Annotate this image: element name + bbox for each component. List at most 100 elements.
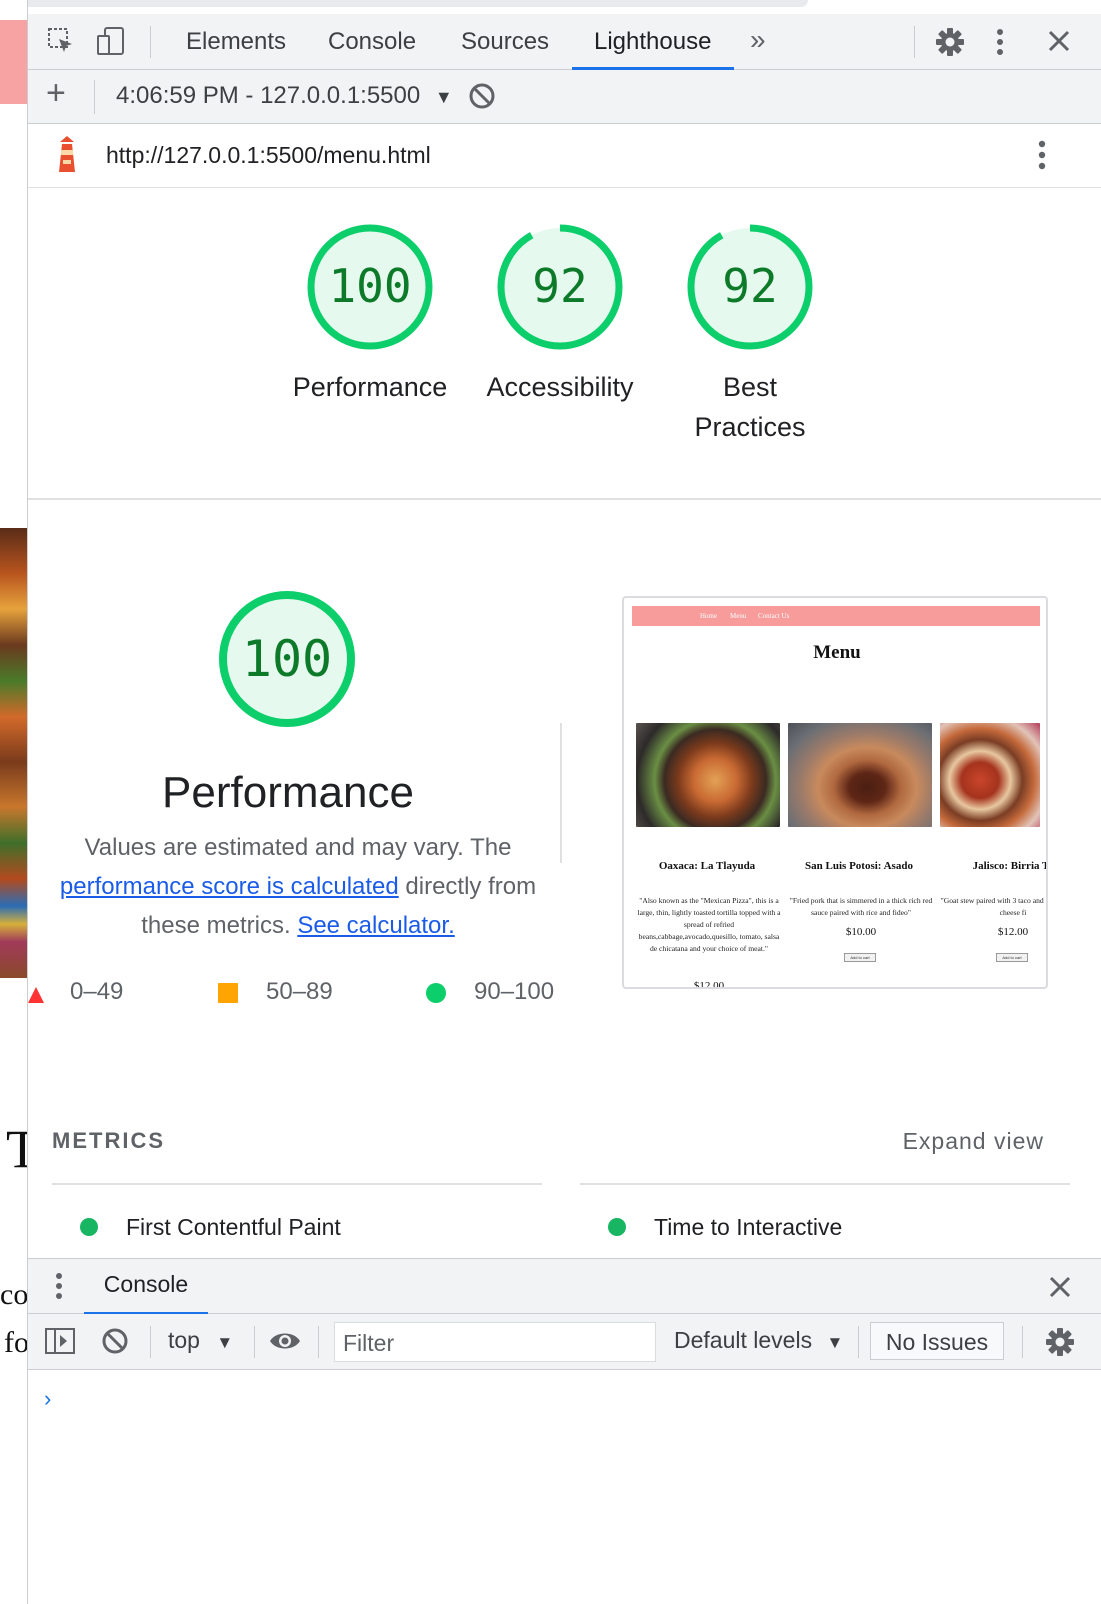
thumbnail-nav-item: Menu <box>730 612 747 620</box>
live-expression-eye-icon[interactable] <box>268 1328 302 1359</box>
dropdown-arrow-icon: ▼ <box>216 1333 234 1352</box>
score-gauge-performance[interactable]: 100 Performance <box>286 222 454 407</box>
log-levels-label: Default levels <box>674 1327 813 1353</box>
report-url-bar: http://127.0.0.1:5500/menu.html <box>28 124 1101 188</box>
gauge-circle: 92 <box>687 224 813 350</box>
kebab-menu-icon[interactable] <box>994 26 1006 63</box>
clear-console-icon[interactable] <box>100 1326 130 1361</box>
metric-first-contentful-paint: First Contentful Paint <box>126 1214 341 1240</box>
gauge-score: 92 <box>532 259 587 313</box>
thumbnail-item-price: $10.00 <box>845 926 877 938</box>
tab-elements[interactable]: Elements <box>186 28 286 70</box>
fail-triangle-icon <box>28 982 44 1010</box>
clear-reports-icon[interactable] <box>468 82 496 115</box>
close-devtools-icon[interactable] <box>1046 28 1072 59</box>
thumbnail-nav-bar: Home Menu Contact Us <box>632 606 1040 626</box>
thumbnail-food-image <box>940 723 1040 827</box>
description-text: Values are estimated and may vary. The <box>84 834 512 861</box>
page-text-fragment: fo <box>4 1326 27 1359</box>
tab-sources[interactable]: Sources <box>461 28 549 70</box>
toolbar-divider <box>150 1326 151 1358</box>
more-tabs-icon[interactable]: » <box>750 24 766 66</box>
device-toolbar-icon[interactable] <box>96 26 126 61</box>
performance-title: Performance <box>162 768 414 817</box>
new-report-button[interactable]: + <box>46 74 66 113</box>
tab-lighthouse[interactable]: Lighthouse <box>572 28 734 70</box>
score-legend: 0–49 50–89 90–100 <box>28 978 568 1018</box>
toolbar-divider <box>1022 1326 1023 1358</box>
thumbnail-item-price: $12.00 <box>693 980 725 989</box>
gauge-score: 100 <box>328 259 411 313</box>
score-calculated-link[interactable]: performance score is calculated <box>60 873 399 900</box>
tab-console[interactable]: Console <box>328 28 416 70</box>
gauge-label: Performance <box>292 372 448 402</box>
lighthouse-logo-icon <box>52 136 82 179</box>
window-edge <box>28 0 1101 14</box>
context-selector[interactable]: top ▼ <box>168 1327 233 1354</box>
thumbnail-nav-item: Home <box>700 612 718 620</box>
log-levels-dropdown[interactable]: Default levels ▼ <box>674 1327 843 1354</box>
toolbar-divider <box>858 1326 859 1358</box>
thumbnail-item-price: $12.00 <box>997 926 1029 938</box>
thumbnail-item-description: "Also known as the "Mexican Pizza", this… <box>637 896 781 953</box>
description-text: these metrics. <box>141 912 291 939</box>
gauge-circle: 100 <box>307 224 433 350</box>
inspect-element-icon[interactable] <box>46 26 76 61</box>
thumbnail-food-image <box>636 723 780 827</box>
score-gauge-best-practices[interactable]: 92 Best Practices <box>687 222 813 447</box>
see-calculator-link[interactable]: See calculator. <box>297 912 454 939</box>
performance-description: Values are estimated and may vary. The p… <box>48 828 548 945</box>
expand-view-toggle[interactable]: Expand view <box>903 1128 1044 1155</box>
performance-main-gauge: 100 <box>216 588 358 735</box>
thumbnail-add-to-cart-button: Add to cart <box>844 953 876 962</box>
toolbar-divider <box>94 80 95 114</box>
report-selector-label: 4:06:59 PM - 127.0.0.1:5500 <box>116 82 421 109</box>
thumbnail-page-title: Menu <box>813 642 861 663</box>
metric-time-to-interactive: Time to Interactive <box>654 1214 843 1240</box>
console-output[interactable]: › <box>28 1370 1101 1604</box>
issues-counter-button[interactable]: No Issues <box>870 1322 1004 1360</box>
metrics-divider <box>52 1183 542 1185</box>
pass-circle-icon <box>608 1218 626 1236</box>
page-nav-fragment <box>0 20 27 104</box>
section-vertical-divider <box>560 723 562 863</box>
gauge-label: Accessibility <box>486 372 634 402</box>
final-screenshot-thumbnail[interactable]: Home Menu Contact Us Menu Oaxaca: La Tla… <box>622 596 1048 989</box>
legend-range-fail: 0–49 <box>70 978 124 1005</box>
gauge-score: 92 <box>722 259 777 313</box>
toolbar-divider <box>150 26 151 58</box>
gauge-label: Best Practices <box>694 372 806 442</box>
legend-range-average: 50–89 <box>266 978 333 1005</box>
report-selector[interactable]: 4:06:59 PM - 127.0.0.1:5500 ▼ <box>116 82 453 110</box>
page-text-fragment: T <box>6 1119 27 1179</box>
pass-circle-icon <box>80 1218 98 1236</box>
sidebar-toggle-icon[interactable] <box>44 1326 76 1361</box>
context-selector-label: top <box>168 1327 200 1353</box>
metrics-divider <box>580 1183 1070 1185</box>
thumbnail-item-description: "Goat stew paired with 3 taco and cilant… <box>940 896 1046 917</box>
report-menu-icon[interactable] <box>1036 138 1048 177</box>
drawer-menu-icon[interactable] <box>54 1271 64 1306</box>
dropdown-arrow-icon: ▼ <box>434 87 453 107</box>
close-drawer-icon[interactable] <box>1048 1275 1072 1304</box>
console-toolbar: top ▼ Filter Default levels ▼ No Issues <box>28 1314 1101 1370</box>
toolbar-divider <box>914 26 915 58</box>
thumbnail-food-image <box>788 723 932 827</box>
thumbnail-item-name: Jalisco: Birria T <box>972 860 1048 872</box>
average-square-icon <box>218 982 238 1010</box>
metrics-heading: METRICS <box>52 1128 165 1153</box>
lighthouse-report: 100 Performance 92 Accessibility 92 Best… <box>28 188 1101 1258</box>
lighthouse-report-bar: + 4:06:59 PM - 127.0.0.1:5500 ▼ <box>28 70 1101 124</box>
console-filter-input[interactable]: Filter <box>334 1322 656 1362</box>
devtools-panel: Elements Console Sources Lighthouse » + … <box>27 0 1101 1604</box>
drawer-tabbar: Console <box>28 1258 1101 1315</box>
drawer-tab-console[interactable]: Console <box>84 1271 208 1315</box>
page-text-fragment: co <box>0 1278 27 1311</box>
dropdown-arrow-icon: ▼ <box>826 1333 844 1352</box>
settings-gear-icon[interactable] <box>934 26 966 63</box>
toolbar-divider <box>318 1326 319 1358</box>
console-settings-gear-icon[interactable] <box>1044 1326 1076 1363</box>
score-gauge-accessibility[interactable]: 92 Accessibility <box>476 222 644 407</box>
thumbnail-add-to-cart-button: Add to cart <box>996 953 1028 962</box>
thumbnail-item-description: "Fried pork that is simmered in a thick … <box>789 896 933 917</box>
